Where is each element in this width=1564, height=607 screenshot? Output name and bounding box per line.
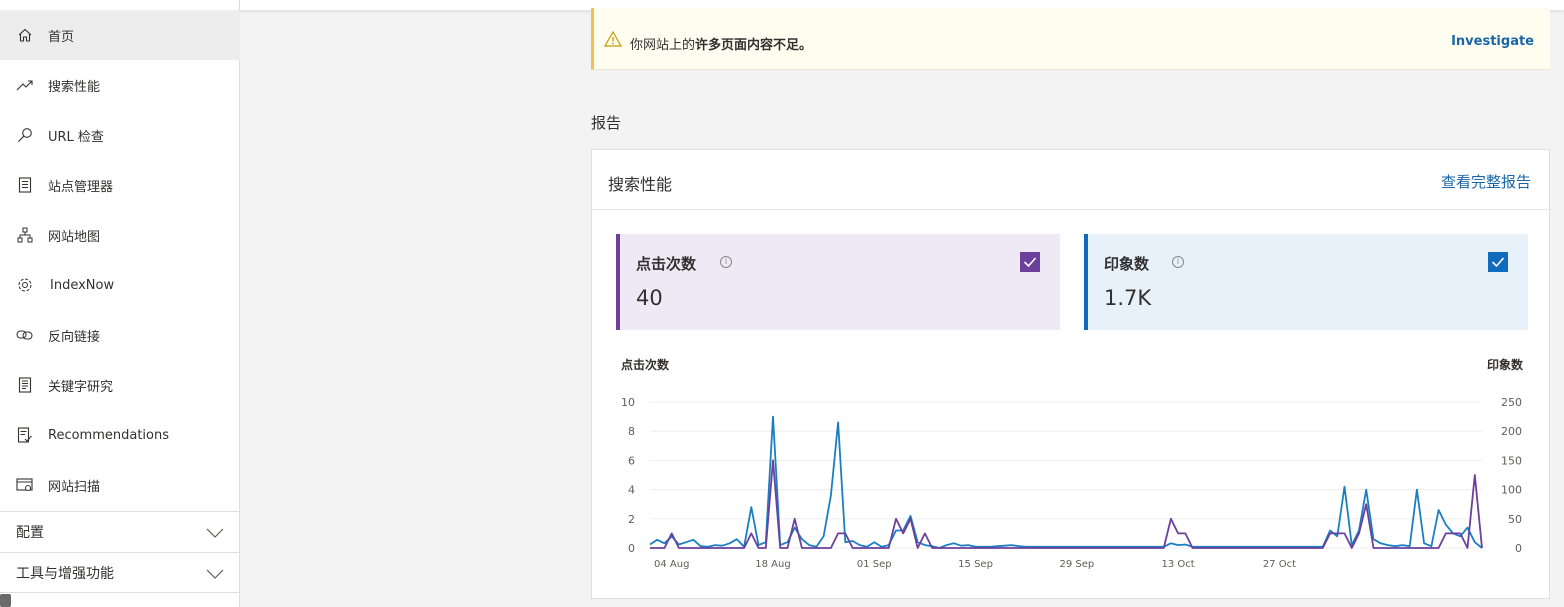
- chevron-down-icon: [206, 565, 224, 584]
- sidebar-divider: [0, 592, 240, 593]
- scan-icon: [16, 476, 34, 494]
- sidebar-item-label: 反向链接: [48, 329, 101, 345]
- y-left-tick-label: 10: [621, 396, 635, 409]
- sidebar-item-label: 首页: [48, 29, 75, 45]
- document-icon: [16, 376, 34, 394]
- sidebar-section-configuration[interactable]: 配置: [0, 511, 240, 551]
- sidebar-item-recommendations[interactable]: Recommendations: [0, 410, 240, 460]
- home-icon: [16, 26, 34, 44]
- y-left-tick-label: 4: [628, 484, 635, 497]
- x-tick-label: 15 Sep: [958, 559, 993, 570]
- sidebar-item-label: Recommendations: [48, 427, 170, 443]
- sidebar-item-label: 搜索性能: [48, 79, 101, 95]
- performance-line-chart: 024681005010015020025004 Aug 18 Aug 01 Sep…: [621, 396, 1522, 570]
- checklist-icon: [16, 426, 34, 444]
- sidebar-item-label: 网站扫描: [48, 479, 101, 495]
- sidebar-section-label: 工具与增强功能: [16, 565, 114, 582]
- sidebar-section-label: 配置: [16, 524, 44, 541]
- sidebar-item-label: IndexNow: [50, 277, 115, 293]
- y-right-tick-label: 150: [1501, 454, 1522, 467]
- link-icon: [16, 326, 34, 344]
- x-tick-label: 13 Oct: [1162, 559, 1195, 570]
- y-left-tick-label: 6: [628, 454, 635, 467]
- y-right-tick-label: 250: [1501, 396, 1522, 409]
- y-left-tick-label: 2: [628, 513, 635, 526]
- warning-banner: 你网站上的许多页面内容不足。 Investigate: [591, 8, 1550, 70]
- sidebar: 首页 搜索性能 URL 检查 站点管理器 网站地图 IndexNow 反向链接 …: [0, 0, 240, 607]
- chevron-down-icon: [206, 524, 224, 543]
- sidebar-item-search-performance[interactable]: 搜索性能: [0, 60, 240, 110]
- sidebar-section-tools[interactable]: 工具与增强功能: [0, 552, 240, 592]
- investigate-link[interactable]: Investigate: [1451, 34, 1534, 49]
- sidebar-item-site-scan[interactable]: 网站扫描: [0, 460, 240, 510]
- y-right-tick-label: 50: [1508, 513, 1522, 526]
- mouse-cursor-icon: [0, 594, 11, 607]
- reports-heading: 报告: [591, 114, 622, 132]
- trending-icon: [16, 76, 34, 94]
- sitemap-icon: [16, 226, 34, 244]
- sidebar-item-backlinks[interactable]: 反向链接: [0, 310, 240, 360]
- search-performance-card: 搜索性能 查看完整报告 点击次数 i 40 印象数 i 1.7K 点击次数 印象…: [591, 149, 1550, 599]
- x-tick-label: 18 Aug: [755, 559, 790, 570]
- sidebar-item-label: 站点管理器: [48, 179, 114, 195]
- gear-icon: [16, 276, 34, 294]
- x-tick-label: 27 Oct: [1263, 559, 1296, 570]
- x-tick-label: 29 Sep: [1059, 559, 1094, 570]
- y-right-tick-label: 100: [1501, 484, 1522, 497]
- y-right-tick-label: 200: [1501, 425, 1522, 438]
- x-tick-label: 01 Sep: [857, 559, 892, 570]
- y-right-tick-label: 0: [1515, 542, 1522, 555]
- sidebar-item-sitemaps[interactable]: 网站地图: [0, 210, 240, 260]
- y-left-tick-label: 8: [628, 425, 635, 438]
- sidebar-item-url-inspection[interactable]: URL 检查: [0, 110, 240, 160]
- x-tick-label: 04 Aug: [654, 559, 689, 570]
- sidebar-item-site-explorer[interactable]: 站点管理器: [0, 160, 240, 210]
- warning-icon: [603, 30, 623, 51]
- list-document-icon: [16, 176, 34, 194]
- sidebar-item-home[interactable]: 首页: [0, 10, 240, 60]
- sidebar-item-keyword-research[interactable]: 关键字研究: [0, 360, 240, 410]
- search-icon: [16, 126, 34, 144]
- sidebar-item-label: 关键字研究: [48, 379, 114, 395]
- sidebar-item-label: URL 检查: [48, 129, 104, 145]
- sidebar-item-label: 网站地图: [48, 229, 101, 245]
- sidebar-item-indexnow[interactable]: IndexNow: [0, 260, 240, 310]
- banner-message: 你网站上的许多页面内容不足。: [630, 38, 813, 53]
- y-left-tick-label: 0: [628, 542, 635, 555]
